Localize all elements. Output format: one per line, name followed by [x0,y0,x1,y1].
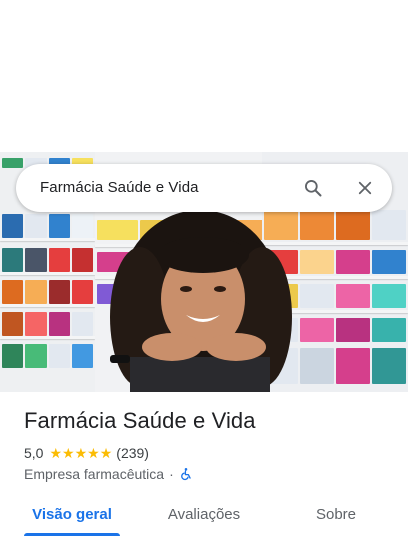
rating-row[interactable]: 5,0 ★ ★ ★ ★ ★ (239) [24,444,149,462]
rating-stars: ★ ★ ★ ★ ★ [49,446,112,460]
place-title: Farmácia Saúde e Vida [24,408,256,433]
star-icon: ★ [74,445,88,461]
tab-about[interactable]: Sobre [288,496,384,532]
tab-overview[interactable]: Visão geral [24,496,120,532]
star-icon: ★ [49,445,63,461]
category-row: Empresa farmacêutica · [24,465,193,483]
rating-value: 5,0 [24,445,44,461]
place-category: Empresa farmacêutica [24,466,165,482]
top-blank-area [0,0,408,152]
person-photo [110,210,292,392]
close-icon[interactable] [353,176,377,200]
search-icon[interactable] [301,176,325,200]
star-icon: ★ [62,445,75,461]
tab-reviews[interactable]: Avaliações [156,496,252,532]
star-icon: ★ [99,445,113,461]
separator-dot: · [169,466,174,482]
review-count[interactable]: (239) [116,445,149,461]
wheelchair-icon[interactable] [179,467,193,481]
search-input[interactable]: Farmácia Saúde e Vida [40,179,199,196]
active-tab-indicator [24,533,120,536]
search-bar[interactable]: Farmácia Saúde e Vida [16,164,392,212]
place-tabs: Visão geral Avaliações Sobre [0,496,408,544]
star-icon: ★ [87,445,100,461]
